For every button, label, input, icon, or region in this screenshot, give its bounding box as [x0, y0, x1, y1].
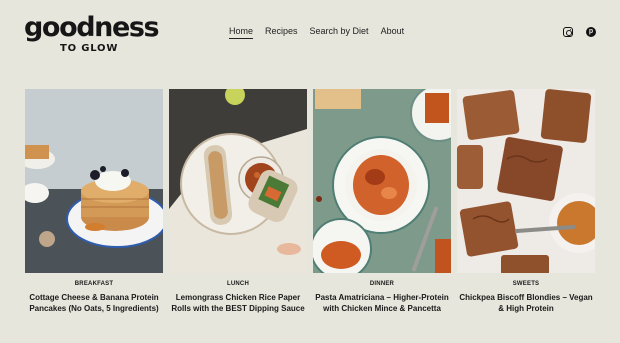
pinterest-icon[interactable]: p [586, 27, 596, 37]
logo-tagline: TO GLOW [60, 43, 119, 54]
recipe-title[interactable]: Chickpea Biscoff Blondies – Vegan & High… [457, 293, 595, 314]
recipe-category: SWEETS [512, 281, 540, 287]
nav-search-by-diet[interactable]: Search by Diet [310, 26, 369, 39]
recipe-card-lunch[interactable]: LUNCH Lemongrass Chicken Rice Paper Roll… [169, 89, 307, 314]
recipe-category: DINNER [369, 281, 395, 287]
recipe-card-sweets[interactable]: SWEETS Chickpea Biscoff Blondies – Vegan… [457, 89, 595, 314]
site-logo[interactable]: goodness TO GLOW [24, 12, 160, 57]
recipe-photo-pasta-amatriciana[interactable] [313, 89, 451, 273]
nav-recipes[interactable]: Recipes [265, 26, 298, 39]
recipe-card-breakfast[interactable]: BREAKFAST Cottage Cheese & Banana Protei… [25, 89, 163, 314]
nav-about[interactable]: About [381, 26, 405, 39]
nav-home[interactable]: Home [229, 26, 254, 39]
recipe-photo-pancakes[interactable] [25, 89, 163, 273]
main-nav: Home Recipes Search by Diet About [229, 26, 404, 39]
recipe-category: BREAKFAST [74, 281, 114, 287]
recipe-title[interactable]: Cottage Cheese & Banana Protein Pancakes… [25, 293, 163, 314]
recipe-title[interactable]: Lemongrass Chicken Rice Paper Rolls with… [169, 293, 307, 314]
instagram-icon[interactable] [563, 27, 573, 37]
logo-wordmark: goodness [24, 12, 160, 43]
recipe-title[interactable]: Pasta Amatriciana – Higher-Protein with … [313, 293, 451, 314]
recipe-photo-blondies[interactable] [457, 89, 595, 273]
recipe-photo-rice-paper-rolls[interactable] [169, 89, 307, 273]
recipe-card-dinner[interactable]: DINNER Pasta Amatriciana – Higher-Protei… [313, 89, 451, 314]
recipe-category: LUNCH [227, 281, 249, 287]
